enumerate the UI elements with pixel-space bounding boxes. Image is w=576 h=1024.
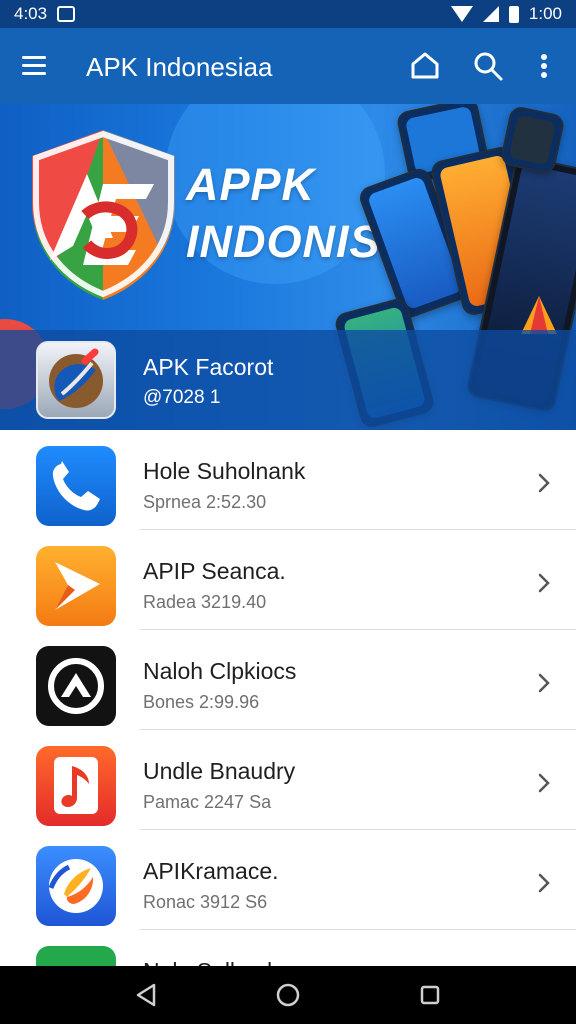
app-list-item[interactable]: Naloh Clpkiocs Bones 2:99.96 — [0, 630, 576, 730]
app-subtitle: Bones 2:99.96 — [143, 692, 260, 712]
app-list-item-partial[interactable]: Nolo Sulkaah — [0, 930, 576, 966]
compass-logo-icon — [48, 859, 103, 913]
app-subtitle: Pamac 2247 Sa — [143, 792, 272, 812]
featured-logo-icon — [49, 348, 103, 408]
featured-title: APK Facorot — [143, 354, 274, 380]
battery-icon — [508, 5, 519, 23]
play-app-icon — [36, 546, 116, 626]
app-title: Hole Suholnank — [143, 458, 306, 484]
status-time-right: 1:00 — [528, 4, 562, 23]
status-left: 4:03 — [14, 4, 76, 24]
app-title: APK Indonesiaa — [86, 52, 273, 82]
app-title: APIP Seanca. — [143, 558, 286, 584]
music-app-icon — [36, 746, 116, 826]
app-title: Undle Bnaudry — [143, 758, 296, 784]
shield-logo-icon — [32, 130, 175, 300]
mountain-app-icon — [36, 646, 116, 726]
app-bar: APK Indonesiaa — [0, 28, 576, 104]
home-icon[interactable] — [275, 982, 301, 1008]
app-list-item[interactable]: APIP Seanca. Radea 3219.40 — [0, 530, 576, 630]
app-list-item[interactable]: Hole Suholnank Sprnea 2:52.30 — [0, 430, 576, 530]
chevron-right-icon[interactable] — [534, 672, 554, 694]
status-time-left: 4:03 — [14, 4, 48, 23]
app-list-item[interactable]: APIKramace. Ronac 3912 S6 — [0, 830, 576, 930]
mountain-logo-icon — [48, 658, 104, 714]
back-icon[interactable] — [133, 982, 159, 1008]
home-icon[interactable] — [409, 50, 441, 82]
green-app-icon — [36, 946, 116, 966]
signal-icon — [482, 6, 499, 22]
chevron-right-icon[interactable] — [534, 572, 554, 594]
status-bar: 4:03 1:00 — [0, 0, 576, 28]
app-list[interactable]: Hole Suholnank Sprnea 2:52.30 APIP Seanc… — [0, 430, 576, 966]
app-title: APIKramace. — [143, 858, 279, 884]
app-subtitle: Radea 3219.40 — [143, 592, 267, 612]
app-subtitle: Ronac 3912 S6 — [143, 892, 268, 912]
music-note-icon — [54, 757, 98, 814]
more-vert-icon[interactable] — [534, 50, 554, 82]
compass-app-icon — [36, 846, 116, 926]
chevron-right-icon[interactable] — [534, 772, 554, 794]
search-icon[interactable] — [472, 50, 504, 82]
menu-icon[interactable] — [22, 56, 46, 75]
wifi-icon — [450, 6, 473, 22]
recent-apps-icon[interactable] — [417, 982, 443, 1008]
phone-icon — [52, 461, 100, 511]
app-subtitle: Sprnea 2:52.30 — [143, 492, 267, 512]
chevron-right-icon[interactable] — [534, 472, 554, 494]
app-title: Nolo Sulkaah — [143, 958, 280, 966]
notification-icon — [57, 6, 76, 22]
play-icon — [55, 562, 100, 610]
hero-banner[interactable]: APPK INDONISIA APK Facorot @7028 1 — [0, 104, 576, 430]
hero-title-line1: APPK — [186, 159, 316, 210]
chevron-right-icon[interactable] — [534, 872, 554, 894]
app-title: Naloh Clpkiocs — [143, 658, 297, 684]
featured-subtitle: @7028 1 — [143, 387, 221, 408]
navigation-bar — [0, 966, 576, 1024]
phone-app-icon — [36, 446, 116, 526]
app-list-item[interactable]: Undle Bnaudry Pamac 2247 Sa — [0, 730, 576, 830]
featured-app-icon — [36, 341, 116, 419]
status-right: 1:00 — [450, 4, 562, 24]
